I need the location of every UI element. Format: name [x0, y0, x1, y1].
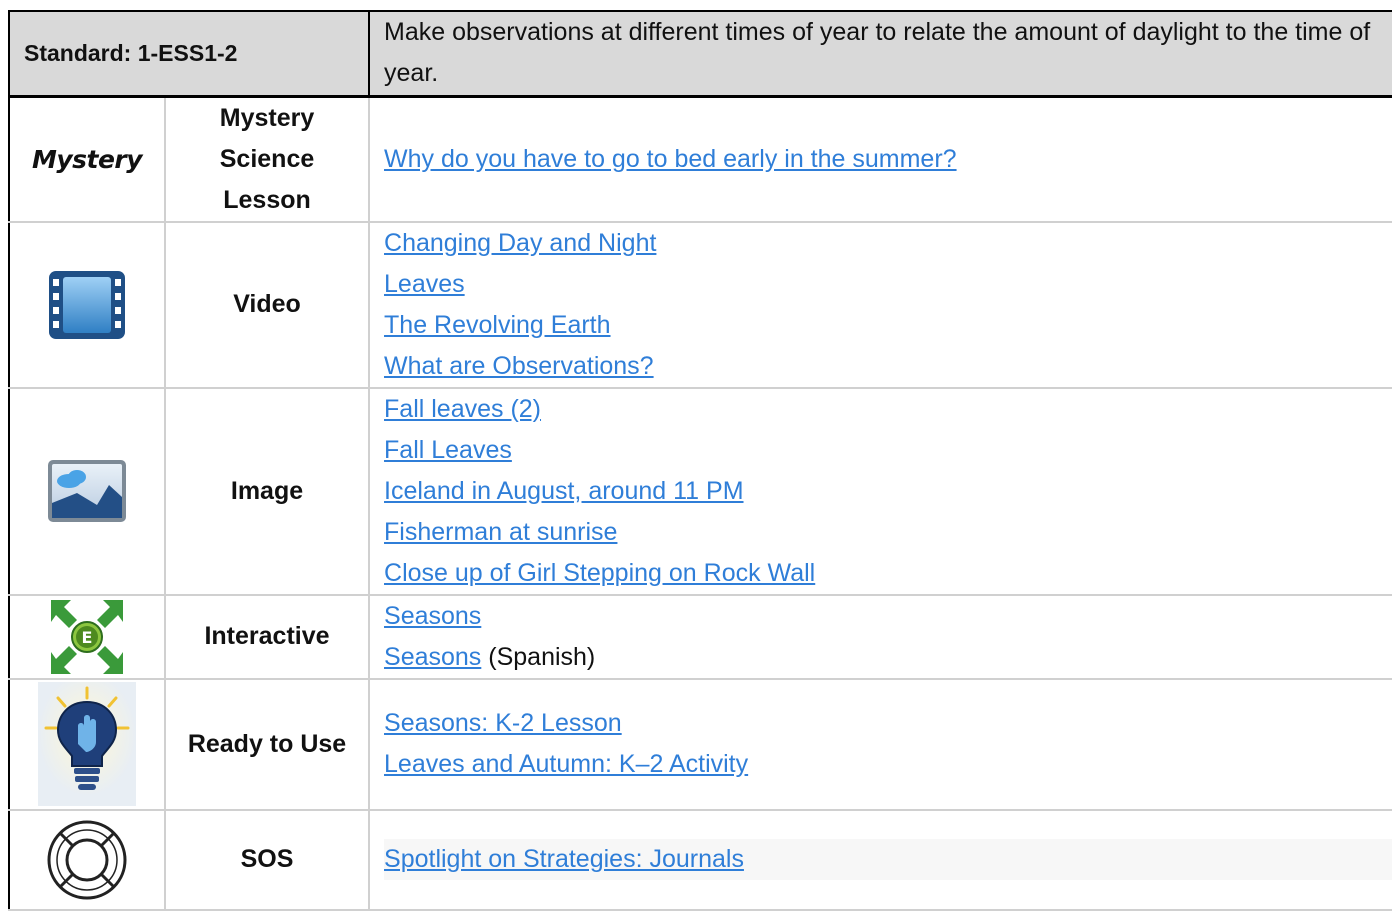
resource-link[interactable]: Fall leaves (2): [384, 389, 1392, 430]
resource-links-mystery: Why do you have to go to bed early in th…: [368, 95, 1392, 223]
resource-links-sos: Spotlight on Strategies: Journals: [368, 808, 1392, 911]
mystery-logo-cell: Mystery: [8, 95, 166, 223]
resource-link[interactable]: Leaves and Autumn: K–2 Activity: [384, 744, 1392, 785]
standard-description: Make observations at different times of …: [368, 10, 1392, 98]
explore-arrows-icon: E: [47, 599, 127, 674]
resource-row-ready-to-use: Ready to Use Seasons: K-2 Lesson Leaves …: [8, 677, 1392, 811]
resource-type-mystery: Mystery Science Lesson: [163, 95, 371, 223]
resource-link[interactable]: Leaves: [384, 264, 1392, 305]
resource-link[interactable]: Seasons: [384, 596, 1392, 637]
sos-icon-cell: [8, 808, 166, 911]
resource-link[interactable]: Iceland in August, around 11 PM: [384, 471, 1392, 512]
mystery-logo: Mystery: [31, 144, 143, 174]
image-icon-cell: [8, 386, 166, 596]
lightbulb-hand-icon: [38, 682, 136, 806]
resource-link[interactable]: What are Observations?: [384, 346, 1392, 387]
explore-icon-letter: E: [82, 628, 93, 647]
resource-type-video: Video: [163, 220, 371, 389]
resource-link[interactable]: The Revolving Earth: [384, 305, 1392, 346]
resource-links-interactive: Seasons Seasons (Spanish): [368, 593, 1392, 680]
resource-row-sos: SOS Spotlight on Strategies: Journals: [8, 808, 1392, 911]
resource-link[interactable]: Fisherman at sunrise: [384, 512, 1392, 553]
resource-row-mystery: Mystery Mystery Science Lesson Why do yo…: [8, 95, 1392, 223]
resource-type-sos: SOS: [163, 808, 371, 911]
resource-link[interactable]: Changing Day and Night: [384, 223, 1392, 264]
resource-type-image: Image: [163, 386, 371, 596]
life-ring-icon: [44, 820, 130, 899]
picture-icon: [47, 460, 127, 522]
resource-links-image: Fall leaves (2) Fall Leaves Iceland in A…: [368, 386, 1392, 596]
resource-links-ready-to-use: Seasons: K-2 Lesson Leaves and Autumn: K…: [368, 677, 1392, 811]
resource-link[interactable]: Why do you have to go to bed early in th…: [384, 139, 1392, 180]
resource-link[interactable]: Close up of Girl Stepping on Rock Wall: [384, 553, 1392, 594]
resource-link-with-suffix: Seasons (Spanish): [384, 637, 1392, 678]
resource-row-video: Video Changing Day and Night Leaves The …: [8, 220, 1392, 389]
ready-to-use-icon-cell: [8, 677, 166, 811]
sos-link-band: Spotlight on Strategies: Journals: [384, 839, 1392, 880]
resource-type-interactive: Interactive: [163, 593, 371, 680]
resource-link[interactable]: Fall Leaves: [384, 430, 1392, 471]
language-note: (Spanish): [488, 642, 596, 671]
standard-header-row: Standard: 1-ESS1-2 Make observations at …: [7, 10, 1392, 98]
standard-label: Standard: 1-ESS1-2: [7, 10, 371, 98]
resource-row-interactive: E Interactive Seasons Seasons (Spanish): [8, 593, 1392, 680]
resource-link[interactable]: Seasons: [384, 643, 481, 671]
interactive-icon-cell: E: [8, 593, 166, 680]
video-icon-cell: [8, 220, 166, 389]
resource-link[interactable]: Spotlight on Strategies: Journals: [384, 839, 1392, 880]
resource-type-ready-to-use: Ready to Use: [163, 677, 371, 811]
film-strip-icon: [47, 270, 127, 339]
resource-table: Standard: 1-ESS1-2 Make observations at …: [7, 10, 1392, 911]
resource-links-video: Changing Day and Night Leaves The Revolv…: [368, 220, 1392, 389]
resource-row-image: Image Fall leaves (2) Fall Leaves Icelan…: [8, 386, 1392, 596]
resource-link[interactable]: Seasons: K-2 Lesson: [384, 703, 1392, 744]
